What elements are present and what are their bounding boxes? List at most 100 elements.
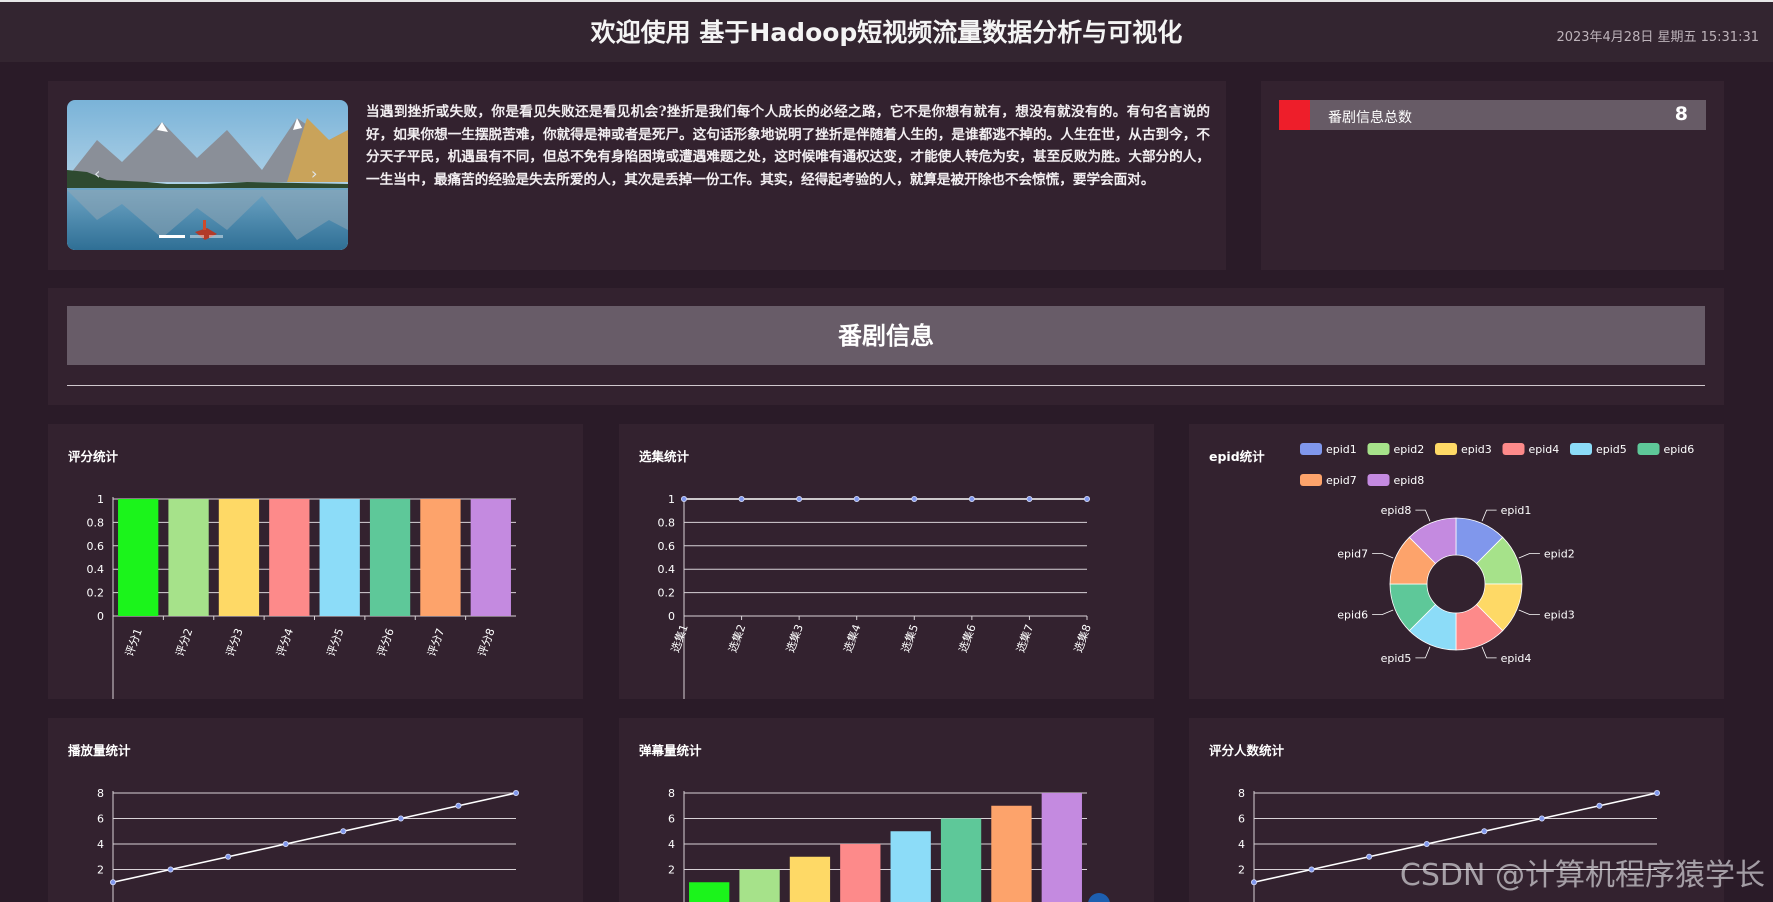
y-tick-label: 4 <box>668 838 675 851</box>
score-bar-chart: 0 0.2 0.4 0.6 0.8 1 评分1 评分2 评分3 评分4 评分5 评分6 评分7 评分8 <box>87 493 516 699</box>
x-tick-label: 评分8 <box>475 627 497 659</box>
legend-swatch <box>1300 474 1322 486</box>
y-tick-label: 0.4 <box>658 563 676 576</box>
x-tick-label: 选集1 <box>668 622 691 654</box>
slice-leader-line <box>1372 609 1394 616</box>
watermark: CSDN @计算机程序猿学长 <box>1399 858 1765 893</box>
section-title: 番剧信息 <box>838 322 934 350</box>
y-tick-label: 0.2 <box>87 587 105 600</box>
danmaku-bar-chart: 2 4 6 8 <box>668 787 1087 902</box>
y-tick-label: 0 <box>97 610 104 623</box>
x-tick-label: 选集8 <box>1071 622 1094 654</box>
data-point <box>1538 815 1545 822</box>
section-title-bar: 番剧信息 <box>67 306 1705 365</box>
x-tick-label: 评分2 <box>173 627 195 659</box>
y-tick-label: 2 <box>1238 864 1245 877</box>
intro-paragraph: 当遇到挫折或失败，你是看见失败还是看见机会?挫折是我们每个人成长的必经之路，它不… <box>366 104 1210 188</box>
slice-leader-line <box>1372 552 1394 559</box>
legend-label: epid8 <box>1394 474 1425 487</box>
image-carousel[interactable]: ‹ › <box>67 100 348 250</box>
page-title: 欢迎使用 基于Hadoop短视频流量数据分析与可视化 <box>590 18 1183 47</box>
slice-label: epid3 <box>1544 609 1575 622</box>
y-tick-label: 8 <box>97 787 104 800</box>
carousel-dot[interactable] <box>209 235 223 238</box>
x-tick-label: 选集5 <box>898 622 921 654</box>
legend-swatch <box>1570 443 1592 455</box>
legend-swatch <box>1502 443 1525 455</box>
legend-swatch <box>1367 443 1390 455</box>
x-tick-label: 评分4 <box>274 627 296 659</box>
bar <box>470 499 511 616</box>
data-point <box>911 496 918 503</box>
chart-panel-episodes: 选集统计 0 0.2 0.4 0.6 0.8 1 选集1 选集2 选集3 选集4 选集5 选集6 选集7… <box>619 424 1154 699</box>
carousel-dot[interactable] <box>159 235 185 238</box>
total-count-bar: 番剧信息总数 8 <box>1279 100 1706 130</box>
y-tick-label: 0.8 <box>658 516 676 529</box>
data-point <box>455 802 462 809</box>
slice-label: epid7 <box>1337 547 1368 560</box>
data-point <box>340 828 347 835</box>
section-panel: 番剧信息 <box>48 288 1724 405</box>
x-tick-label: 评分6 <box>375 627 397 659</box>
slice-leader-line <box>1518 552 1540 559</box>
slice-label: epid6 <box>1337 609 1368 622</box>
carousel-next-arrow[interactable]: › <box>311 164 317 183</box>
legend-label: epid7 <box>1326 474 1357 487</box>
y-tick-label: 8 <box>668 787 675 800</box>
data-point <box>1653 790 1660 797</box>
bar <box>739 869 780 902</box>
chart-panel-epid: epid统计 epid1 epid2 epid3 epid4 epid5 epid6 epi… <box>1189 424 1724 699</box>
legend-label: epid2 <box>1394 443 1425 456</box>
x-tick-label: 选集7 <box>1013 622 1036 654</box>
data-point <box>110 879 117 886</box>
intro-panel: ‹ › 当遇到挫折或失败，你是看见失败还是看见机会?挫折是我们每个人成长的必经之… <box>48 81 1226 270</box>
bar <box>940 818 982 902</box>
y-tick-label: 6 <box>97 813 104 826</box>
y-tick-label: 1 <box>668 493 675 506</box>
y-tick-label: 0.4 <box>87 563 105 576</box>
slice-label: epid8 <box>1381 504 1412 517</box>
x-tick-label: 评分1 <box>123 627 145 659</box>
data-point <box>1366 853 1373 860</box>
bar <box>789 856 831 902</box>
slice-leader-line <box>1415 509 1431 522</box>
episodes-line-chart: 0 0.2 0.4 0.6 0.8 1 选集1 选集2 选集3 选集4 选集5 选集6 选集7 选集8 <box>658 493 1094 699</box>
y-tick-label: 0.2 <box>658 587 676 600</box>
data-point <box>1481 828 1488 835</box>
slice-leader-line <box>1481 646 1497 659</box>
carousel-prev-arrow[interactable]: ‹ <box>94 164 100 183</box>
y-tick-label: 0.6 <box>87 540 105 553</box>
y-tick-label: 4 <box>1238 838 1245 851</box>
data-point <box>1308 866 1315 873</box>
data-point <box>225 853 232 860</box>
bar <box>168 499 209 616</box>
data-point <box>1251 879 1258 886</box>
slice-label: epid1 <box>1501 504 1532 517</box>
data-point <box>853 496 860 503</box>
slice-label: epid2 <box>1544 547 1575 560</box>
slice-leader-line <box>1415 646 1431 659</box>
slice-label: epid4 <box>1501 652 1532 665</box>
carousel-dot[interactable] <box>190 235 204 238</box>
data-point <box>796 496 803 503</box>
y-tick-label: 6 <box>1238 813 1245 826</box>
slice-leader-line <box>1481 509 1497 522</box>
legend-label: epid3 <box>1461 443 1492 456</box>
legend-swatch <box>1435 443 1457 455</box>
datetime-display: 2023年4月28日 星期五 15:31:31 <box>1556 30 1759 45</box>
data-point <box>397 815 404 822</box>
x-tick-label: 选集4 <box>840 622 863 654</box>
x-tick-label: 选集3 <box>783 622 806 654</box>
x-tick-label: 评分3 <box>224 627 246 659</box>
header: 欢迎使用 基于Hadoop短视频流量数据分析与可视化 2023年4月28日 星期… <box>0 2 1773 62</box>
total-value: 8 <box>1674 103 1688 125</box>
chart-panel-danmaku: 弹幕量统计 2468 <box>619 718 1154 902</box>
y-tick-label: 6 <box>668 813 675 826</box>
legend-label: epid4 <box>1529 443 1560 456</box>
slice-leader-line <box>1518 609 1540 616</box>
data-point <box>968 496 975 503</box>
x-tick-label: 选集2 <box>725 622 748 654</box>
bar <box>118 499 159 616</box>
y-tick-label: 2 <box>668 864 675 877</box>
y-tick-label: 8 <box>1238 787 1245 800</box>
